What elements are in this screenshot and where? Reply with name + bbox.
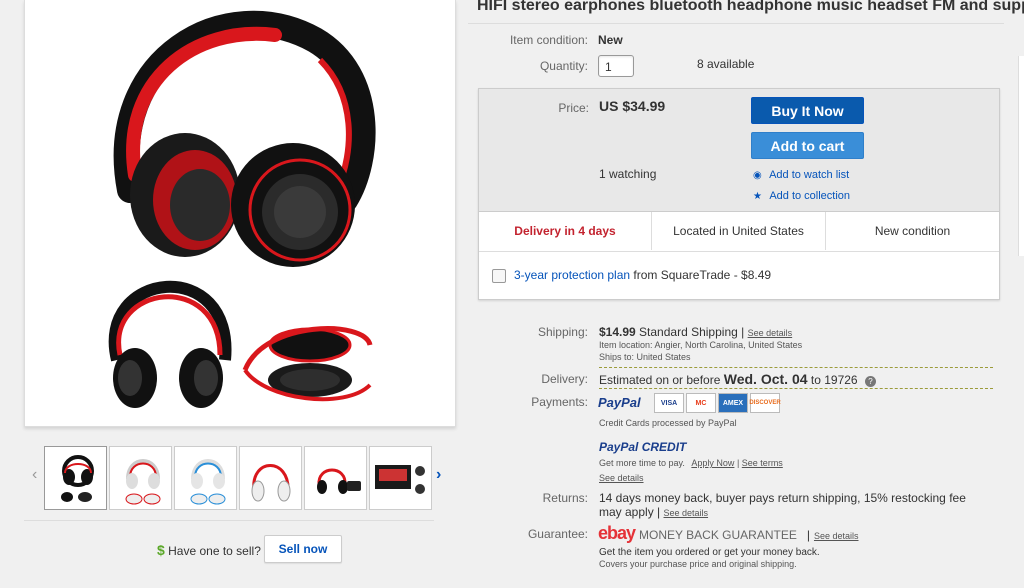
delivery-feature: Delivery in 4 days [479, 212, 652, 250]
protection-plan-text: 3-year protection plan from SquareTrade … [514, 268, 771, 282]
divider [24, 520, 434, 521]
ebay-logo: ebay [598, 523, 636, 543]
item-title: HIFI stereo earphones bluetooth headphon… [477, 0, 1024, 14]
more-time-text: Get more time to pay. [599, 458, 685, 468]
add-to-collection-link[interactable]: ★ Add to collection [753, 188, 850, 202]
thumbnail-4[interactable] [239, 446, 302, 510]
thumbnail-strip: ‹ › [32, 446, 441, 510]
paypal-credit-see-details-link[interactable]: See details [599, 473, 644, 483]
collection-label: Add to collection [769, 190, 851, 202]
sell-question: Have one to sell? [168, 544, 261, 558]
money-back-guarantee: MONEY BACK GUARANTEE [639, 528, 797, 542]
processed-note: Credit Cards processed by PayPal [599, 418, 737, 428]
help-icon[interactable]: ? [864, 376, 876, 387]
amex-icon: AMEX [718, 393, 748, 413]
sell-now-button[interactable]: Sell now [264, 535, 342, 563]
see-terms-link[interactable]: See terms [742, 458, 783, 468]
guarantee-see-details-link[interactable]: See details [814, 531, 859, 541]
thumbnail-6[interactable] [369, 446, 432, 510]
returns-policy: 14 days money back, buyer pays return sh… [599, 491, 979, 520]
location-feature: Located in United States [652, 212, 826, 250]
thumbnail-2[interactable] [109, 446, 172, 510]
card-logos: VISA MC AMEX DISCOVER [654, 393, 781, 413]
delivery-date: Wed. Oct. 04 [723, 371, 808, 387]
quantity-input[interactable]: 1 [598, 55, 634, 77]
add-to-watch-list-link[interactable]: ◉ Add to watch list [753, 167, 849, 181]
apply-now-link[interactable]: Apply Now [691, 458, 734, 468]
quantity-available: 8 available [697, 57, 755, 71]
separator: | [657, 505, 661, 519]
credit-row: Get more time to pay. Apply Now | See te… [599, 458, 783, 468]
mastercard-icon: MC [686, 393, 716, 413]
returns-label: Returns: [542, 491, 588, 505]
sell-prompt: $ Have one to sell? [157, 542, 261, 558]
condition-value: New [598, 33, 623, 47]
guarantee-row: ebay MONEY BACK GUARANTEE | See details [598, 523, 859, 544]
paypal-logo: PayPal [598, 395, 641, 410]
dollar-icon: $ [157, 542, 165, 558]
quantity-label: Quantity: [539, 59, 588, 73]
returns-text: 14 days money back, buyer pays return sh… [599, 491, 966, 519]
delivery-estimate: Estimated on or before Wed. Oct. 04 to 1… [599, 371, 876, 387]
protection-plan-row: 3-year protection plan from SquareTrade … [479, 251, 999, 300]
headphone-illustration [108, 10, 376, 408]
price-box: Price: US $34.99 Buy It Now Add to cart … [478, 88, 1000, 300]
price-value: US $34.99 [599, 98, 666, 114]
side-panel-edge [1018, 56, 1024, 256]
thumbnail-5[interactable] [304, 446, 367, 510]
shipping-row: $14.99 Standard Shipping | See details [599, 325, 792, 339]
divider [599, 388, 993, 389]
delivery-prefix: Estimated on or before [599, 373, 721, 387]
visa-icon: VISA [654, 393, 684, 413]
chevron-right-icon[interactable]: › [436, 466, 441, 484]
watching-count: 1 watching [599, 167, 657, 181]
protection-plan-link[interactable]: 3-year protection plan [514, 268, 630, 282]
thumbnail-3[interactable] [174, 446, 237, 510]
discover-icon: DISCOVER [749, 393, 781, 413]
guarantee-label: Guarantee: [527, 527, 588, 541]
separator: | [806, 528, 810, 542]
payments-label: Payments: [531, 395, 588, 409]
returns-see-details-link[interactable]: See details [664, 508, 709, 518]
watch-list-label: Add to watch list [769, 169, 850, 181]
shipping-method: Standard Shipping [639, 325, 738, 339]
divider [468, 23, 1004, 24]
eye-icon: ◉ [753, 170, 762, 181]
add-to-cart-button[interactable]: Add to cart [751, 132, 864, 159]
paypal-credit-logo: PayPal CREDIT [599, 440, 687, 454]
delivery-label: Delivery: [541, 372, 588, 386]
thumbnail-1[interactable] [44, 446, 107, 510]
protection-plan-price: from SquareTrade - $8.49 [633, 268, 772, 282]
chevron-left-icon[interactable]: ‹ [32, 466, 37, 484]
shipping-label: Shipping: [537, 325, 588, 339]
condition-label: Item condition: [509, 33, 588, 47]
ships-to: Ships to: United States [599, 352, 691, 362]
buy-it-now-button[interactable]: Buy It Now [751, 97, 864, 124]
price-label: Price: [558, 101, 589, 115]
shipping-cost: $14.99 [599, 325, 636, 339]
star-icon: ★ [753, 191, 762, 202]
guarantee-line-1: Get the item you ordered or get your mon… [599, 547, 820, 558]
shipping-see-details-link[interactable]: See details [748, 328, 793, 338]
guarantee-line-2: Covers your purchase price and original … [599, 559, 797, 569]
protection-plan-checkbox[interactable] [492, 269, 506, 283]
item-location: Item location: Angier, North Carolina, U… [599, 340, 803, 350]
separator: | [741, 325, 745, 339]
delivery-zip: to 19726 [810, 373, 858, 387]
main-product-image[interactable] [24, 0, 456, 427]
price-panel: Price: US $34.99 Buy It Now Add to cart … [479, 89, 999, 212]
separator: | [736, 458, 740, 468]
condition-feature: New condition [874, 224, 951, 238]
divider [599, 367, 993, 368]
